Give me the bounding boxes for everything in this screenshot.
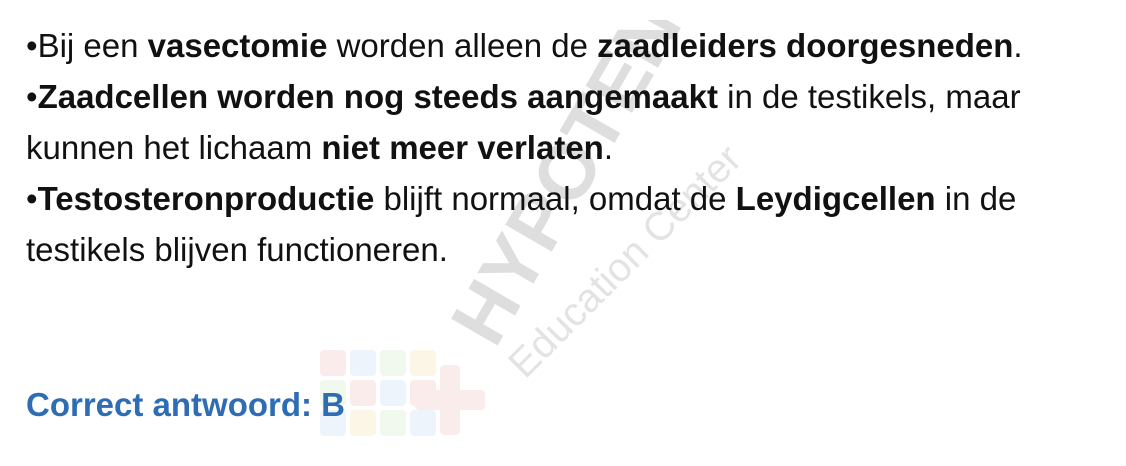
text-segment: . (603, 129, 613, 166)
bullet-marker: • (26, 78, 38, 115)
bullet-vasectomie: •Bij een vasectomie worden alleen de zaa… (26, 20, 1116, 71)
text-segment: Bij een (37, 27, 148, 64)
bullet-testosteron: •Testosteronproductie blijft normaal, om… (26, 173, 1116, 275)
bold-segment: zaadleiders doorgesneden (597, 27, 1014, 64)
correct-answer: Correct antwoord: B (26, 386, 346, 423)
bullet-marker: • (26, 180, 38, 217)
bullet-marker: • (26, 27, 38, 64)
text-segment: blijft normaal, omdat de (374, 180, 736, 217)
bold-segment: Zaadcellen worden nog steeds aangemaakt (37, 78, 718, 115)
text-segment: . (1013, 27, 1023, 64)
bold-segment: niet meer verlaten (321, 129, 604, 166)
bold-segment: Leydigcellen (735, 180, 936, 217)
explanation-text: •Bij een vasectomie worden alleen de zaa… (26, 20, 1116, 275)
bold-segment: Testosteronproductie (37, 180, 375, 217)
bold-segment: vasectomie (147, 27, 328, 64)
bullet-zaadcellen: •Zaadcellen worden nog steeds aangemaakt… (26, 71, 1116, 173)
text-segment: worden alleen de (327, 27, 598, 64)
